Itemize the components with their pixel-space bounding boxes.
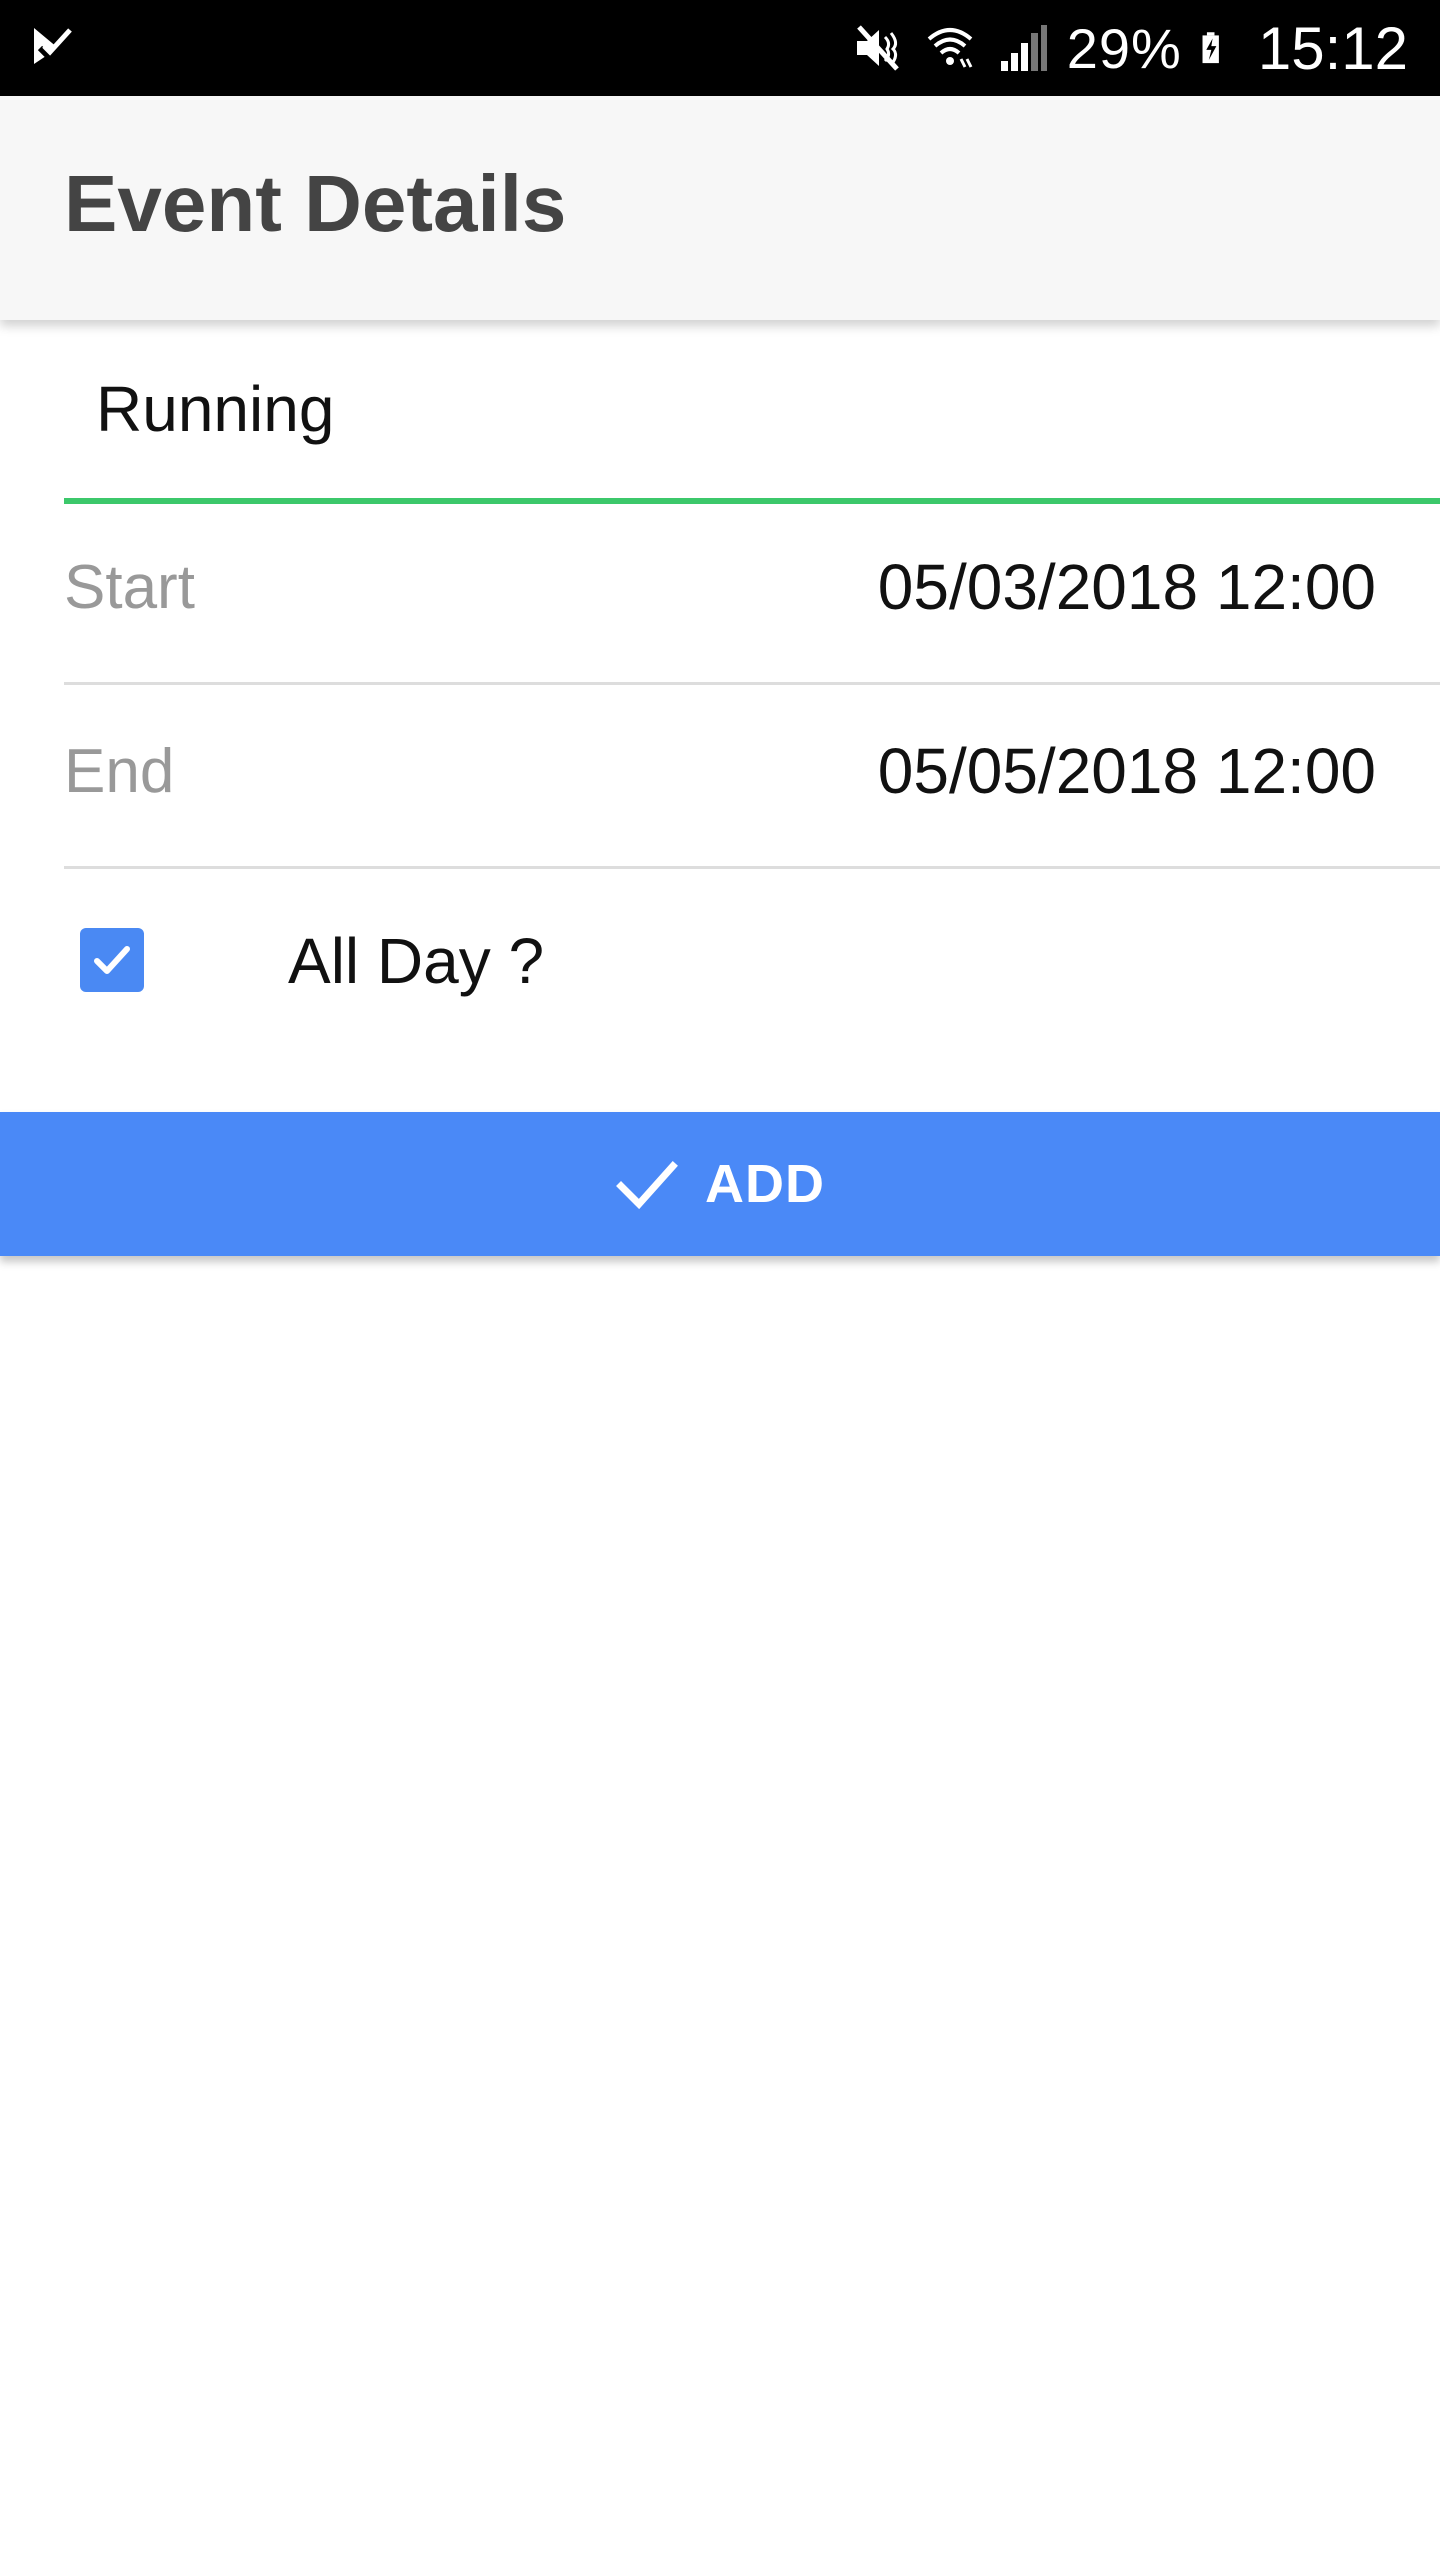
event-title-field bbox=[64, 320, 1440, 504]
app-notification-icon bbox=[34, 27, 75, 64]
status-time: 15:12 bbox=[1257, 14, 1408, 82]
event-title-input[interactable] bbox=[96, 364, 1396, 454]
mute-icon bbox=[856, 25, 899, 71]
start-label: Start bbox=[64, 553, 195, 622]
add-button-label: ADD bbox=[705, 1154, 825, 1214]
wifi-icon bbox=[927, 28, 973, 68]
add-button[interactable]: ADD bbox=[0, 1112, 1440, 1256]
end-datetime-value[interactable]: 05/05/2018 12:00 bbox=[878, 734, 1376, 808]
app-bar: Event Details bbox=[0, 96, 1440, 320]
all-day-checkbox[interactable] bbox=[80, 928, 144, 992]
check-icon bbox=[94, 946, 130, 974]
all-day-label: All Day ? bbox=[288, 925, 545, 997]
status-icons: 29% 15:12 bbox=[851, 0, 1408, 96]
start-datetime-value[interactable]: 05/03/2018 12:00 bbox=[878, 550, 1376, 624]
status-bar: 29% 15:12 bbox=[0, 0, 1440, 96]
end-datetime-row[interactable]: End 05/05/2018 12:00 bbox=[64, 686, 1440, 869]
all-day-row: All Day ? bbox=[64, 870, 1440, 1050]
page-title: Event Details bbox=[64, 159, 567, 248]
signal-icon bbox=[1000, 25, 1047, 71]
check-icon bbox=[616, 1161, 678, 1210]
battery-charging-icon bbox=[1202, 32, 1219, 64]
end-label: End bbox=[64, 737, 175, 806]
start-datetime-row[interactable]: Start 05/03/2018 12:00 bbox=[64, 502, 1440, 685]
battery-percent: 29% bbox=[1066, 16, 1182, 80]
